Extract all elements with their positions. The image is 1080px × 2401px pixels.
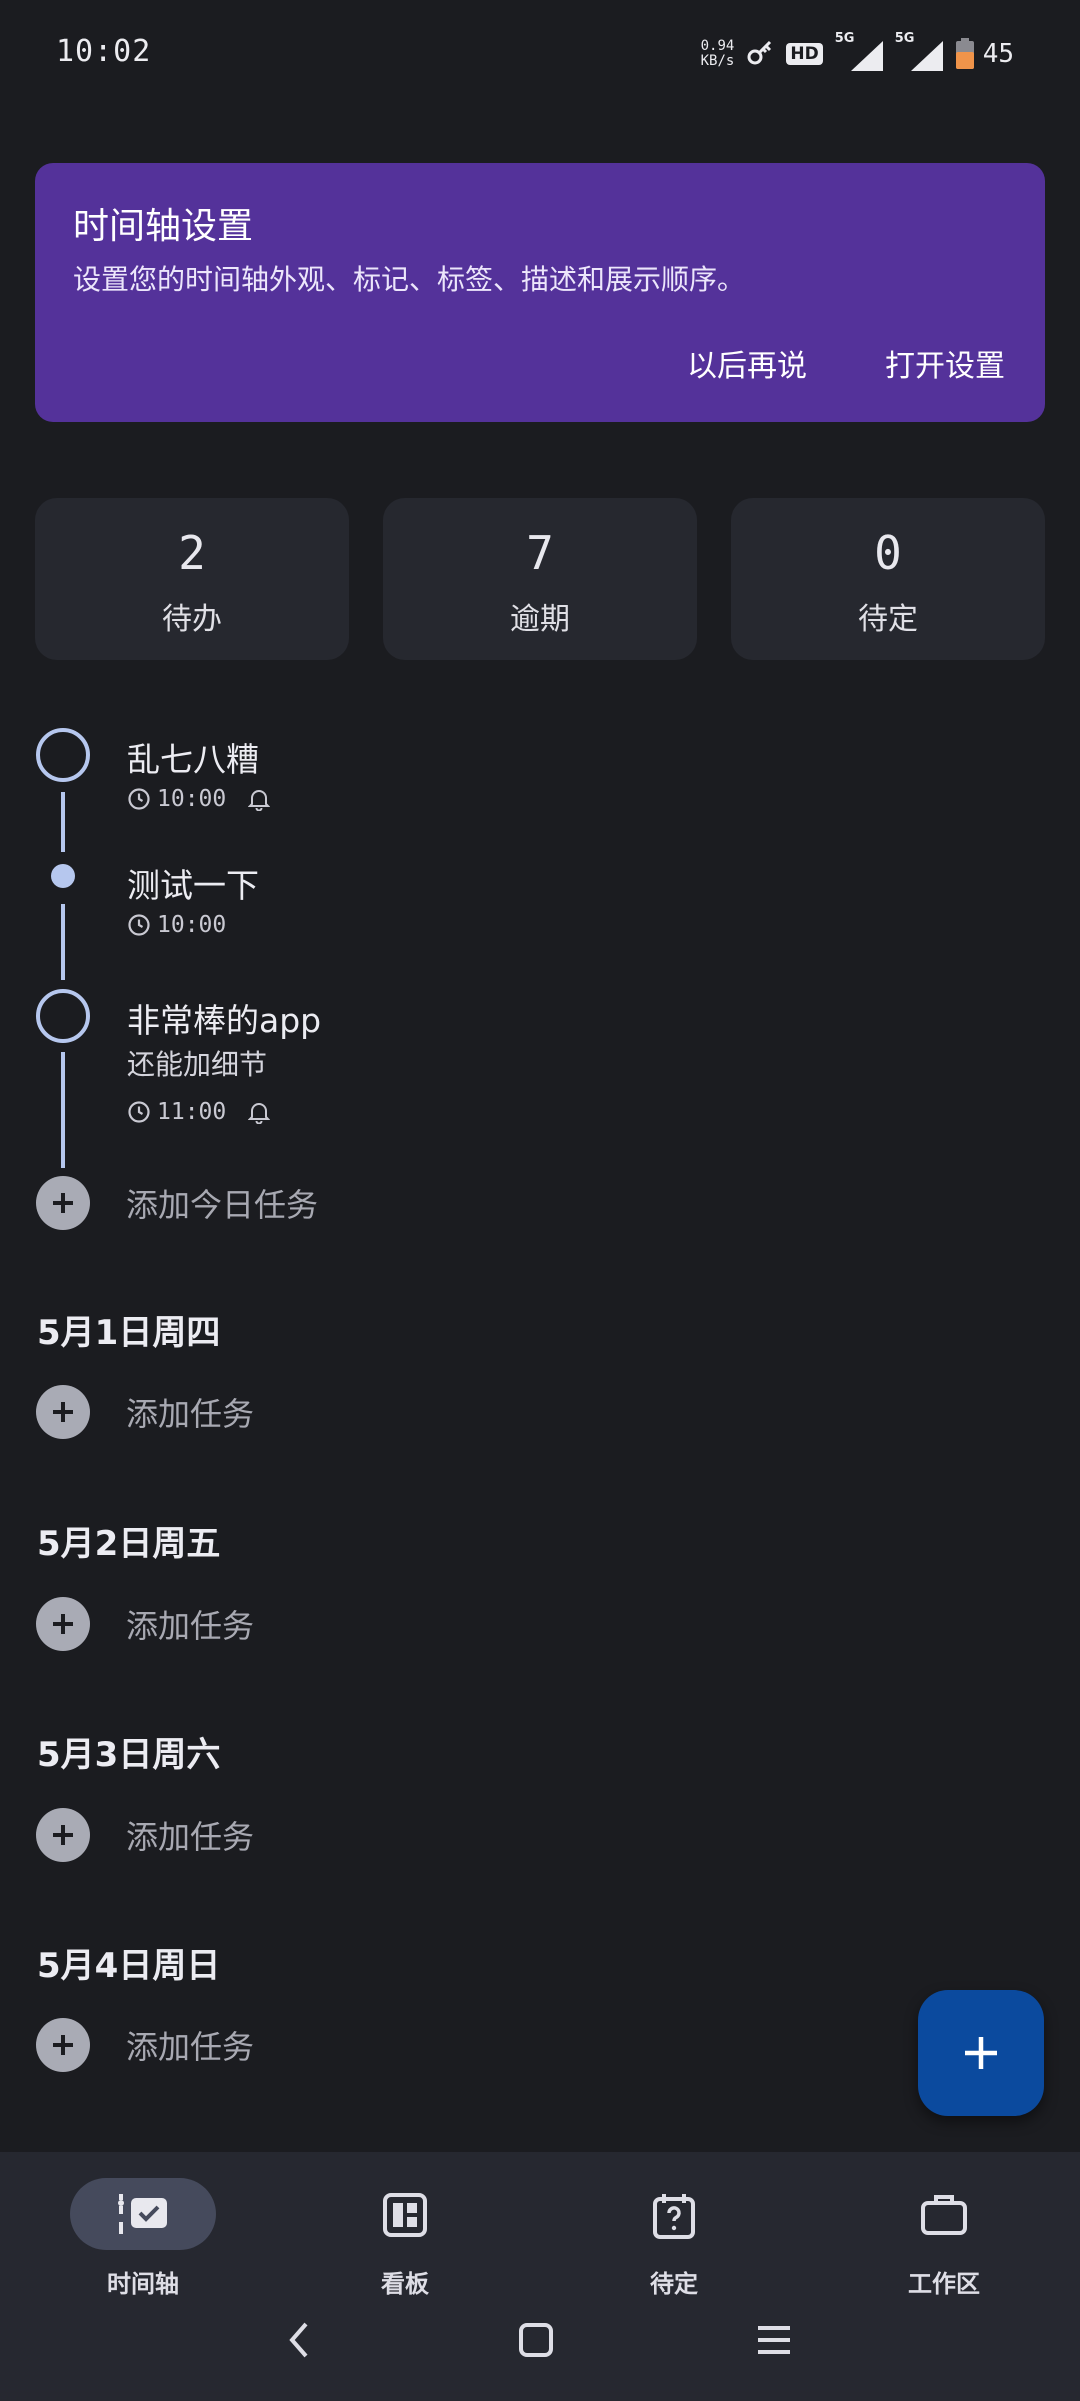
- timeline-connector: [61, 904, 65, 980]
- signal-sim1-icon: 5G: [835, 31, 883, 71]
- banner-description: 设置您的时间轴外观、标记、标签、描述和展示顺序。: [73, 263, 746, 296]
- timeline-icon: [118, 2194, 167, 2234]
- nav-label: 时间轴: [107, 2270, 179, 2298]
- day-heading: 5月2日周五: [37, 1524, 221, 1564]
- nav-workspace[interactable]: 工作区: [864, 2176, 1024, 2298]
- status-time: 10:02: [56, 34, 152, 69]
- network-speed-unit: KB/s: [700, 53, 735, 69]
- clock-icon: [128, 1101, 150, 1123]
- stat-value: 7: [526, 526, 554, 580]
- hd-badge: HD: [786, 43, 823, 65]
- filled-dot-icon[interactable]: [51, 864, 75, 888]
- plus-icon: [36, 1176, 90, 1230]
- stat-label: 逾期: [510, 602, 570, 637]
- bottom-navigation: 时间轴 看板 待定 工作区: [0, 2152, 1080, 2401]
- stat-label: 待定: [858, 602, 918, 637]
- plus-icon: [36, 1808, 90, 1862]
- add-task-label: 添加任务: [126, 1395, 255, 1433]
- stat-value: 0: [874, 526, 902, 580]
- day-heading: 5月3日周六: [37, 1735, 221, 1775]
- network-speed-value: 0.94: [700, 38, 735, 54]
- back-icon[interactable]: [284, 2320, 314, 2360]
- bell-icon: [248, 1103, 271, 1124]
- task-meta: 11:00: [127, 1099, 271, 1125]
- add-task-label: 添加今日任务: [126, 1186, 319, 1224]
- add-task-label: 添加任务: [126, 1818, 255, 1856]
- bell-icon: [248, 790, 271, 811]
- circle-ring-icon[interactable]: [36, 728, 90, 782]
- task-time: 10:00: [157, 912, 227, 938]
- add-task-label: 添加任务: [126, 1607, 255, 1645]
- system-navigation: [0, 2310, 1080, 2390]
- timeline-settings-banner: 时间轴设置 设置您的时间轴外观、标记、标签、描述和展示顺序。 以后再说 打开设置: [35, 163, 1045, 422]
- task-title[interactable]: 测试一下: [127, 859, 259, 907]
- timeline-connector: [61, 1052, 65, 1168]
- add-today-task-button[interactable]: 添加今日任务: [36, 1176, 318, 1230]
- plus-icon: [965, 2037, 997, 2069]
- add-task-button[interactable]: 添加任务: [36, 1808, 254, 1862]
- add-fab-button[interactable]: [918, 1990, 1044, 2116]
- network-speed: 0.94 KB/s: [701, 39, 735, 69]
- task-time: 10:00: [157, 786, 227, 812]
- plus-icon: [36, 1385, 90, 1439]
- add-task-button[interactable]: 添加任务: [36, 1597, 254, 1651]
- open-settings-button[interactable]: 打开设置: [885, 341, 1005, 385]
- circle-ring-icon[interactable]: [36, 989, 90, 1043]
- task-time: 11:00: [157, 1099, 227, 1125]
- day-heading: 5月1日周四: [37, 1313, 221, 1353]
- add-task-button[interactable]: 添加任务: [36, 1385, 254, 1439]
- task-title[interactable]: 非常棒的app: [127, 994, 321, 1042]
- plus-icon: [36, 1597, 90, 1651]
- timeline-connector: [61, 792, 65, 852]
- task-meta: 10:00: [127, 912, 226, 938]
- menu-icon[interactable]: [756, 2324, 792, 2356]
- battery-level: 45: [982, 39, 1014, 69]
- stat-card-todo[interactable]: 2 待办: [35, 498, 349, 660]
- stat-card-overdue[interactable]: 7 逾期: [383, 498, 697, 660]
- nav-label: 待定: [650, 2270, 698, 2298]
- nav-board[interactable]: 看板: [325, 2176, 485, 2298]
- signal-sim2-icon: 5G: [895, 31, 943, 71]
- clock-icon: [128, 788, 150, 810]
- battery: 45: [955, 38, 1014, 70]
- day-heading: 5月4日周日: [37, 1946, 221, 1986]
- nav-label: 看板: [381, 2270, 429, 2298]
- briefcase-icon: [921, 2195, 967, 2235]
- nav-label: 工作区: [908, 2270, 980, 2298]
- board-icon: [383, 2193, 427, 2237]
- nav-timeline[interactable]: 时间轴: [63, 2176, 223, 2298]
- calendar-question-icon: [653, 2194, 695, 2239]
- stat-value: 2: [178, 526, 206, 580]
- home-icon[interactable]: [518, 2322, 554, 2358]
- task-meta: 10:00: [127, 786, 271, 812]
- nav-pending[interactable]: 待定: [594, 2176, 754, 2298]
- add-task-button[interactable]: 添加任务: [36, 2018, 254, 2072]
- battery-icon: [955, 38, 974, 69]
- key-icon: [746, 37, 774, 71]
- task-title[interactable]: 乱七八糟: [127, 733, 259, 781]
- stat-label: 待办: [162, 602, 222, 637]
- clock-icon: [128, 914, 150, 936]
- stat-card-pending[interactable]: 0 待定: [731, 498, 1045, 660]
- later-button[interactable]: 以后再说: [687, 341, 807, 385]
- status-bar: 10:02 0.94 KB/s HD 5G 5G 45: [0, 0, 1080, 100]
- task-note: 还能加细节: [127, 1048, 268, 1081]
- plus-icon: [36, 2018, 90, 2072]
- add-task-label: 添加任务: [126, 2028, 255, 2066]
- banner-title: 时间轴设置: [73, 206, 254, 247]
- status-icons: 0.94 KB/s HD 5G 5G 45: [701, 31, 1014, 74]
